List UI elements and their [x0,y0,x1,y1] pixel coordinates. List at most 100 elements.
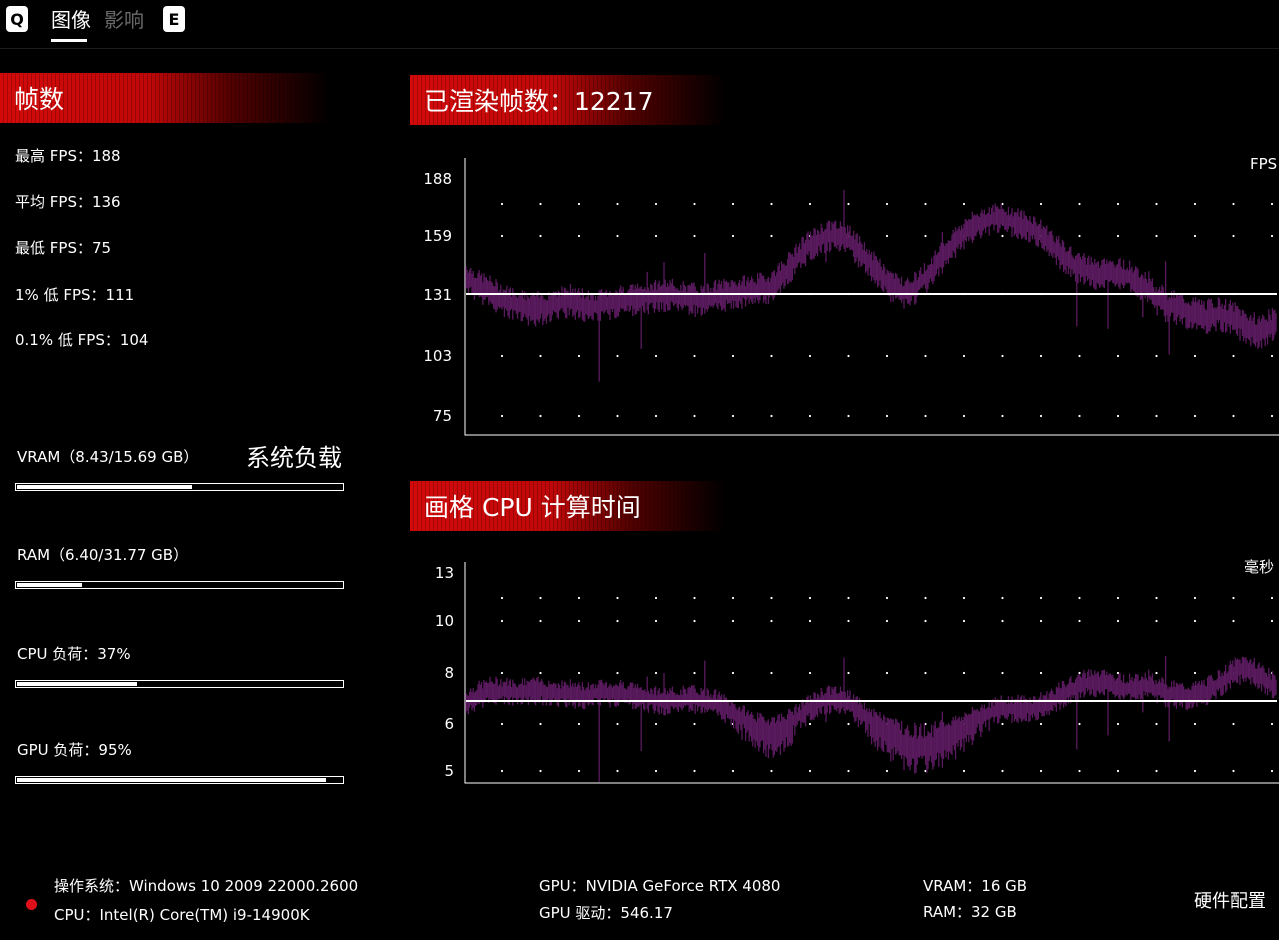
grid-dot [1116,722,1120,726]
grid-dot [1039,354,1043,358]
grid-dot [962,769,966,773]
grid-dot [693,722,696,726]
grid-dot [1039,671,1043,675]
grid-dot [808,722,812,726]
grid-dot [1193,202,1197,206]
grid-dot [1116,671,1120,675]
grid-dot [1155,234,1158,238]
grid-dot [539,354,542,358]
grid-dot [731,596,735,600]
gpu-load-meter [15,776,344,784]
grid-dot [770,202,773,206]
cpu-chart [464,562,1279,784]
grid-dot [500,596,504,600]
grid-dot [924,596,927,600]
cpu-chart-header: 画格 CPU 计算时间 [410,481,725,531]
grid-dot [731,354,735,358]
grid-dot [1078,414,1081,418]
grid-dot [500,619,504,623]
grid-dot [847,354,850,358]
grid-dot [1039,596,1043,600]
stat-label: 0.1% 低 FPS： [15,331,120,349]
grid-dot [500,722,504,726]
grid-dot [1001,354,1004,358]
grid-dot [962,671,966,675]
grid-dot [1193,596,1197,600]
grid-dot [731,234,735,238]
active-tab-indicator [51,39,87,42]
fps-y-tick: 188 [423,170,452,188]
ram-meter-label: RAM（6.40/31.77 GB） [17,546,189,564]
stat-1pct-low-fps: 1% 低 FPS：111 [15,284,134,305]
cpu-chart-title: 画格 CPU 计算时间 [424,493,641,522]
frames-title: 帧数 [14,85,65,114]
grid-dot [731,202,735,206]
grid-dot [577,769,581,773]
grid-dot [1232,619,1235,623]
stat-value: 188 [91,147,121,165]
grid-dot [1193,414,1197,418]
grid-dot [770,414,773,418]
grid-dot [500,769,504,773]
grid-dot [808,202,812,206]
grid-dot [654,619,658,623]
grid-dot [577,619,581,623]
grid-dot [1039,722,1043,726]
grid-dot [1270,619,1274,623]
key-q-icon[interactable]: Q [6,6,28,32]
grid-dot [693,234,696,238]
fps-chart-title: 已渲染帧数：12217 [424,87,654,116]
grid-dot [1232,769,1235,773]
stat-value: 75 [91,239,112,257]
stat-value: 136 [91,193,121,211]
vram-info: VRAM：16 GB [923,877,1028,895]
hardware-config-title: 硬件配置 [1194,891,1266,912]
key-e-icon[interactable]: E [163,6,185,32]
grid-dot [539,596,542,600]
grid-dot [577,722,581,726]
grid-dot [654,414,658,418]
grid-dot [654,202,658,206]
gpu-driver-info: GPU 驱动：546.17 [539,904,673,922]
fps-y-tick: 75 [432,407,452,425]
grid-dot [1001,769,1004,773]
stat-01pct-low-fps: 0.1% 低 FPS：104 [15,329,148,350]
meter-fill [17,485,192,489]
grid-dot [1078,596,1081,600]
grid-dot [885,671,889,675]
grid-dot [1078,234,1081,238]
ram-meter [15,581,344,589]
meter-fill [17,583,82,587]
grid-dot [1270,414,1274,418]
grid-dot [654,354,658,358]
grid-dot [962,619,966,623]
cpu-y-tick: 13 [434,564,454,582]
grid-dot [1270,234,1274,238]
tab-image[interactable]: 图像 [51,4,91,33]
grid-dot [847,619,850,623]
grid-dot [539,619,542,623]
cpu-load-label: CPU 负荷：37% [17,645,131,663]
os-info: 操作系统：Windows 10 2009 22000.2600 [54,877,359,895]
grid-dot [693,414,696,418]
grid-dot [924,234,927,238]
grid-dot [731,671,735,675]
grid-dot [1001,596,1004,600]
grid-dot [924,671,927,675]
grid-dot [500,234,504,238]
tab-impact[interactable]: 影响 [104,4,144,33]
grid-dot [808,619,812,623]
grid-dot [1270,596,1274,600]
grid-dot [1116,202,1120,206]
fps-chart-plot [464,158,1279,436]
grid-dot [693,769,696,773]
grid-dot [1232,234,1235,238]
grid-dot [808,354,812,358]
grid-dot [500,354,504,358]
meter-fill [17,778,326,782]
grid-dot [885,619,889,623]
gpu-info: GPU：NVIDIA GeForce RTX 4080 [539,877,781,895]
grid-dot [1270,202,1274,206]
grid-dot [808,596,812,600]
grid-dot [1270,769,1274,773]
